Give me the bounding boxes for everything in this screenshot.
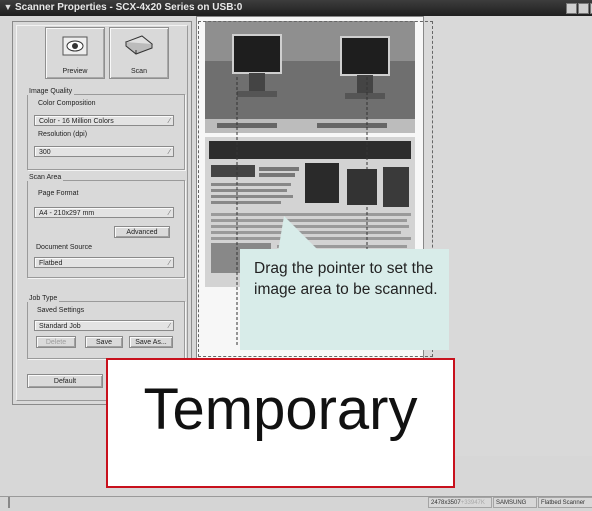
- menu-arrow-icon[interactable]: ▼: [3, 2, 13, 13]
- chevron-down-icon: ⁄: [168, 323, 170, 330]
- callout-text: Drag the pointer to set the image area t…: [254, 260, 438, 298]
- resize-grip[interactable]: [8, 497, 10, 508]
- chevron-down-icon: ⁄: [168, 260, 170, 267]
- color-composition-label: Color Composition: [38, 100, 96, 107]
- device-status: Flatbed Scanner: [538, 497, 592, 508]
- saved-settings-select[interactable]: Standard Job ⁄: [34, 320, 174, 331]
- save-button[interactable]: Save: [85, 336, 123, 348]
- preview-button[interactable]: Preview: [45, 27, 105, 79]
- resolution-value: 300: [39, 149, 51, 156]
- job-type-label: Job Type: [27, 295, 60, 302]
- saved-settings-value: Standard Job: [39, 323, 81, 330]
- scan-label: Scan: [131, 68, 147, 75]
- scan-button[interactable]: Scan: [109, 27, 169, 79]
- chevron-down-icon: ⁄: [168, 210, 170, 217]
- document-source-select[interactable]: Flatbed ⁄: [34, 257, 174, 268]
- page-format-select[interactable]: A4 - 210x297 mm ⁄: [34, 207, 174, 218]
- minimize-icon[interactable]: [566, 3, 577, 14]
- temporary-stamp-text: Temporary: [143, 377, 418, 442]
- page-format-label: Page Format: [38, 190, 79, 197]
- resolution-select[interactable]: 300 ⁄: [34, 146, 174, 157]
- eye-icon: [62, 36, 88, 56]
- color-composition-select[interactable]: Color - 16 Million Colors ⁄: [34, 115, 174, 126]
- image-dimensions: 2478x3507: [431, 500, 461, 506]
- manufacturer-status: SAMSUNG: [493, 497, 537, 508]
- image-quality-label: Image Quality: [27, 88, 75, 95]
- advanced-button[interactable]: Advanced: [114, 226, 170, 238]
- scanner-icon: [125, 35, 153, 55]
- saved-settings-label: Saved Settings: [37, 307, 85, 314]
- page-format-value: A4 - 210x297 mm: [39, 210, 95, 217]
- window-title: Scanner Properties - SCX-4x20 Series on …: [15, 2, 243, 13]
- save-as-button[interactable]: Save As...: [129, 336, 173, 348]
- preview-label: Preview: [62, 68, 88, 75]
- document-source-label: Document Source: [36, 244, 93, 251]
- resolution-label: Resolution (dpi): [38, 131, 88, 138]
- chevron-down-icon: ⁄: [168, 118, 170, 125]
- scan-area-label: Scan Area: [27, 174, 64, 181]
- image-size-extra: +33947K: [460, 500, 485, 506]
- color-composition-value: Color - 16 Million Colors: [39, 118, 114, 125]
- delete-button[interactable]: Delete: [36, 336, 76, 348]
- document-source-value: Flatbed: [39, 260, 63, 267]
- maximize-icon[interactable]: [578, 3, 589, 14]
- image-size-status: 2478x3507+33947K: [428, 497, 492, 508]
- default-button[interactable]: Default: [27, 374, 103, 388]
- chevron-down-icon: ⁄: [168, 149, 170, 156]
